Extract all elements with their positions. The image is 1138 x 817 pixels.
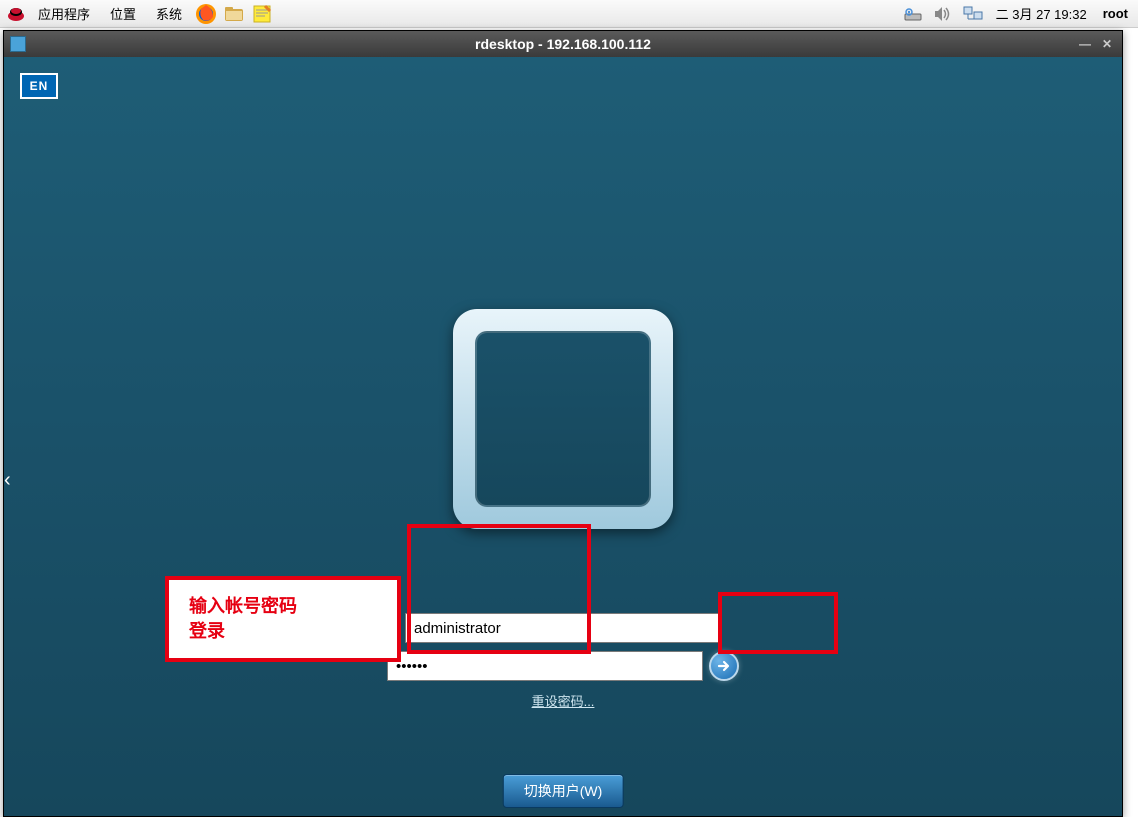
panel-user[interactable]: root	[1099, 6, 1132, 21]
panel-left-group: 应用程序 位置 系统	[6, 2, 274, 26]
back-arrow-icon[interactable]: ‹	[4, 469, 11, 492]
user-avatar	[475, 331, 651, 507]
minimize-button[interactable]: —	[1076, 36, 1094, 52]
panel-clock[interactable]: 二 3月 27 19:32	[992, 4, 1091, 23]
network-icon[interactable]	[962, 3, 984, 25]
window-title: rdesktop - 192.168.100.112	[475, 36, 651, 52]
window-titlebar[interactable]: rdesktop - 192.168.100.112 — ✕	[4, 31, 1122, 57]
device-tray-icon[interactable]	[902, 3, 924, 25]
rdesktop-window: rdesktop - 192.168.100.112 — ✕ EN ‹	[3, 30, 1123, 817]
arrow-right-icon	[716, 658, 732, 674]
submit-button[interactable]	[709, 651, 739, 681]
rdp-login-screen: EN ‹ 重设密码... 切换用户(W)	[4, 57, 1122, 816]
gnome-top-panel: 应用程序 位置 系统	[0, 0, 1138, 28]
redhat-logo-icon[interactable]	[6, 5, 26, 23]
username-input[interactable]	[405, 613, 721, 643]
menu-places[interactable]: 位置	[102, 2, 144, 25]
switch-user-button[interactable]: 切换用户(W)	[503, 774, 624, 808]
notes-icon[interactable]	[250, 2, 274, 26]
reset-password-link[interactable]: 重设密码...	[532, 691, 595, 710]
language-badge[interactable]: EN	[20, 73, 58, 99]
firefox-icon[interactable]	[194, 2, 218, 26]
user-avatar-frame	[453, 309, 673, 529]
login-form: 重设密码...	[387, 613, 739, 710]
panel-right-group: 二 3月 27 19:32 root	[902, 3, 1132, 25]
password-row	[387, 651, 739, 681]
close-button[interactable]: ✕	[1098, 36, 1116, 52]
volume-icon[interactable]	[932, 3, 954, 25]
window-controls: — ✕	[1076, 36, 1116, 52]
menu-system[interactable]: 系统	[148, 2, 190, 25]
menu-applications[interactable]: 应用程序	[30, 2, 98, 25]
password-input[interactable]	[387, 651, 703, 681]
window-icon	[10, 36, 26, 52]
file-manager-icon[interactable]	[222, 2, 246, 26]
